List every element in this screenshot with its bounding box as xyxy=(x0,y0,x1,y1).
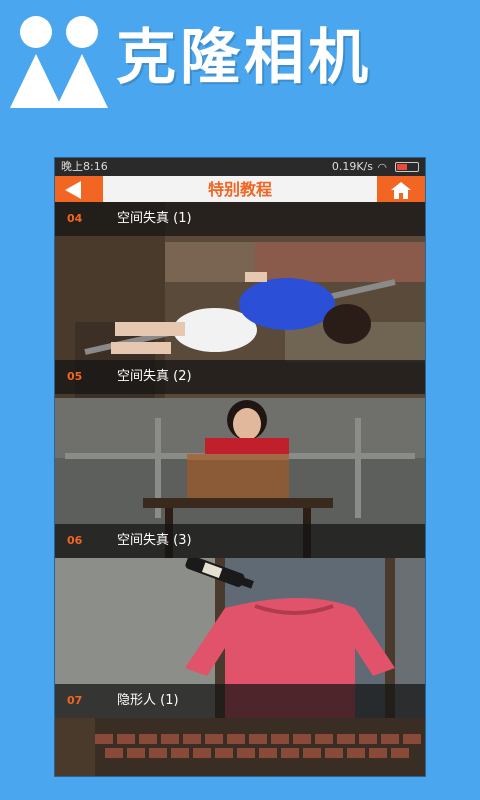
app-bar: 特别教程 xyxy=(55,176,425,204)
page-title: 特别教程 xyxy=(207,180,272,199)
app-title: 克隆相机 xyxy=(116,23,372,93)
tutorial-number: 04 xyxy=(67,212,83,225)
promo-header: 克隆相机 xyxy=(0,0,480,150)
tutorial-label-bar: 06 空间失真 (3) xyxy=(55,524,425,558)
home-button[interactable] xyxy=(377,176,425,204)
wifi-icon: ◠ xyxy=(377,161,387,174)
tutorial-list: 04 空间失真 (1) 05 空间失真 (2) 06 空间失真 (3) 07 隐… xyxy=(55,202,425,776)
list-item[interactable] xyxy=(55,718,425,776)
tutorial-thumbnail xyxy=(55,718,425,776)
battery-icon xyxy=(395,162,419,172)
list-item[interactable]: 04 空间失真 (1) 05 空间失真 (2) xyxy=(55,202,425,398)
list-item[interactable]: 07 隐形人 (1) xyxy=(55,558,425,718)
back-arrow-icon xyxy=(65,181,81,199)
tutorial-number: 06 xyxy=(67,534,83,547)
tutorial-title: 隐形人 (1) xyxy=(117,693,179,708)
tutorial-title: 空间失真 (3) xyxy=(117,533,192,548)
tutorial-label-bar: 04 空间失真 (1) xyxy=(55,202,425,236)
status-bar: 晚上8:16 0.19K/s ◠ xyxy=(55,158,425,176)
back-button[interactable] xyxy=(55,176,103,204)
tutorial-number: 05 xyxy=(67,370,83,383)
two-person-logo-icon xyxy=(10,16,108,108)
status-time: 晚上8:16 xyxy=(61,160,108,173)
home-icon xyxy=(391,182,411,199)
status-network-speed: 0.19K/s xyxy=(331,160,373,173)
tutorial-label-bar: 05 空间失真 (2) xyxy=(55,360,425,394)
phone-screen: 晚上8:16 0.19K/s ◠ 特别教程 04 空间失真 (1) 05 空间失… xyxy=(55,158,425,776)
list-item[interactable]: 06 空间失真 (3) xyxy=(55,398,425,558)
tutorial-title: 空间失真 (2) xyxy=(117,369,192,384)
tutorial-label-bar: 07 隐形人 (1) xyxy=(55,684,425,718)
tutorial-number: 07 xyxy=(67,694,83,707)
tutorial-title: 空间失真 (1) xyxy=(117,211,192,226)
